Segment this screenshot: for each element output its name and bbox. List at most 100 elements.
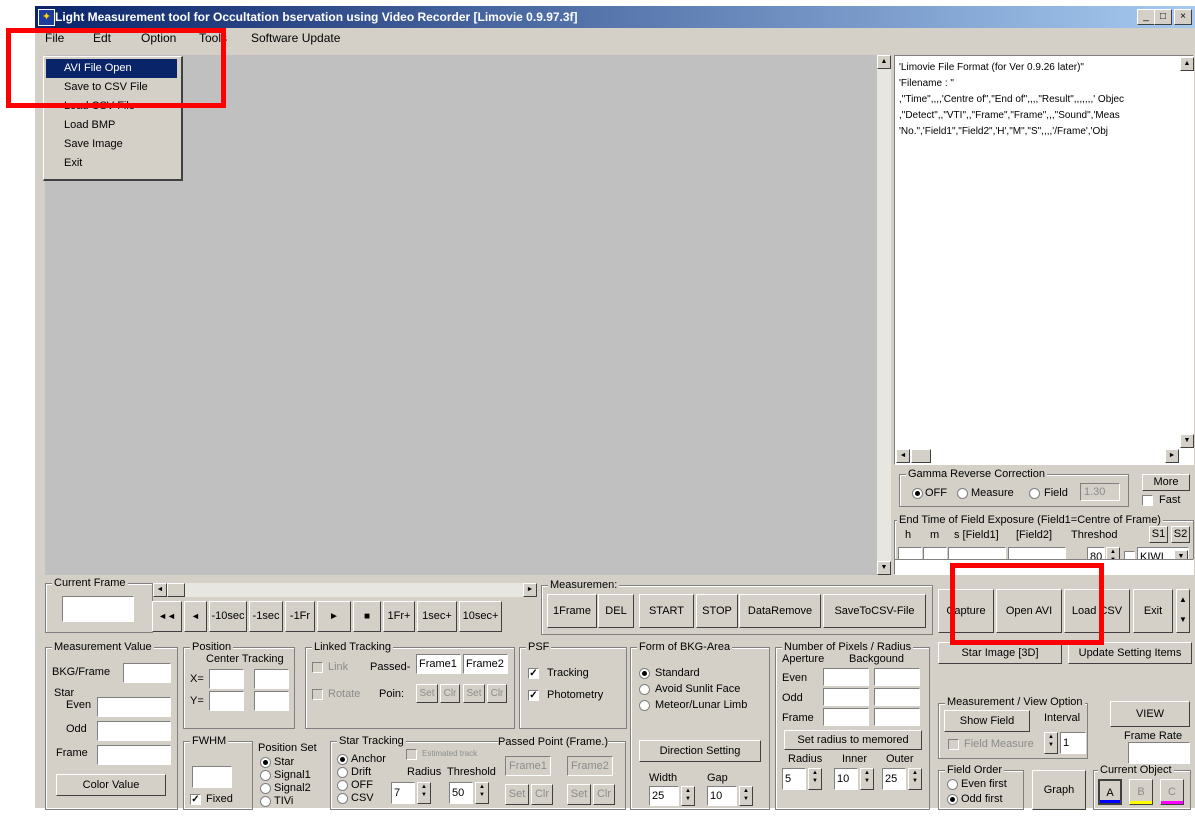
right-buttons-scroll[interactable]: ▲ ▼ — [1176, 589, 1190, 633]
fwhm-field[interactable] — [192, 766, 232, 788]
gamma-field-radio[interactable] — [1029, 488, 1040, 499]
background-odd-field[interactable] — [874, 688, 920, 706]
menu-software-update[interactable]: Software Update — [251, 31, 340, 45]
y-field[interactable] — [209, 691, 244, 711]
frame-rate-field[interactable] — [1128, 742, 1190, 764]
signal1-radio[interactable] — [260, 770, 271, 781]
plus-10sec-button[interactable]: 10sec+ — [459, 601, 502, 632]
passed-set1-button[interactable]: Set — [505, 784, 529, 805]
linked-set1-button[interactable]: Set — [416, 684, 438, 703]
rotate-checkbox[interactable] — [312, 689, 323, 700]
play-button[interactable]: ► — [317, 601, 351, 632]
fast-checkbox[interactable] — [1142, 495, 1153, 506]
inner-value-field[interactable]: 10 — [834, 768, 858, 790]
data-remove-button[interactable]: DataRemove — [739, 594, 821, 628]
graph-button[interactable]: Graph — [1032, 770, 1086, 810]
background-frame-field[interactable] — [874, 708, 920, 726]
text-output-panel[interactable]: 'Limovie File Format (for Ver 0.9.26 lat… — [894, 55, 1194, 465]
minimize-button[interactable]: _ — [1137, 9, 1155, 25]
plus-1frame-button[interactable]: 1Fr+ — [383, 601, 415, 632]
passed-frame2-field[interactable]: Frame2 — [567, 756, 613, 776]
signal2-radio[interactable] — [260, 783, 271, 794]
radius-field[interactable]: 7 — [391, 782, 415, 804]
slider-right-icon[interactable]: ► — [523, 583, 537, 597]
exit-button[interactable]: Exit — [1133, 589, 1173, 633]
passed-set2-button[interactable]: Set — [567, 784, 591, 805]
frame-slider[interactable]: ◄ ► — [153, 583, 537, 597]
object-c-button[interactable]: C — [1160, 779, 1184, 805]
horizontal-scroll-thumb[interactable] — [911, 449, 931, 463]
interval-field[interactable]: 1 — [1060, 732, 1086, 754]
radius-spinner[interactable]: ▲ ▼ — [417, 782, 431, 804]
aperture-even-field[interactable] — [823, 668, 869, 686]
slider-left-icon[interactable]: ◄ — [153, 583, 167, 597]
photometry-checkbox[interactable]: ✓ — [528, 690, 539, 701]
minus-1sec-button[interactable]: -1sec — [249, 601, 283, 632]
menu-item-save-image[interactable]: Save Image — [46, 135, 177, 154]
even-first-radio[interactable] — [947, 779, 958, 790]
aperture-frame-field[interactable] — [823, 708, 869, 726]
tivi-radio[interactable] — [260, 796, 271, 807]
width-spinner[interactable]: ▲ ▼ — [681, 786, 695, 806]
background-even-field[interactable] — [874, 668, 920, 686]
even-field[interactable] — [97, 697, 171, 717]
scroll-up-icon[interactable]: ▲ — [877, 55, 891, 69]
s2-button[interactable]: S2 — [1171, 526, 1190, 543]
anchor-radio[interactable] — [337, 754, 348, 765]
aperture-odd-field[interactable] — [823, 688, 869, 706]
off-radio[interactable] — [337, 780, 348, 791]
csv-radio[interactable] — [337, 793, 348, 804]
plus-1sec-button[interactable]: 1sec+ — [417, 601, 457, 632]
meteor-lunar-radio[interactable] — [639, 700, 650, 711]
bkg-frame-field[interactable] — [123, 663, 171, 683]
fixed-checkbox[interactable]: ✓ — [190, 794, 201, 805]
gap-spinner[interactable]: ▲ ▼ — [739, 786, 753, 806]
gap-field[interactable]: 10 — [707, 786, 737, 806]
link-checkbox[interactable] — [312, 662, 323, 673]
step-back-button[interactable]: ◄ — [184, 601, 207, 632]
linked-frame2-field[interactable]: Frame2 — [463, 654, 508, 674]
drift-radio[interactable] — [337, 767, 348, 778]
menu-item-exit[interactable]: Exit — [46, 154, 177, 173]
standard-radio[interactable] — [639, 668, 650, 679]
stop-playback-button[interactable]: ■ — [353, 601, 381, 632]
video-vertical-scrollbar[interactable]: ▲ ▼ — [877, 55, 891, 575]
save-to-csv-button[interactable]: SaveToCSV-File — [823, 594, 926, 628]
show-field-button[interactable]: Show Field — [944, 710, 1030, 732]
direction-setting-button[interactable]: Direction Setting — [639, 740, 761, 762]
scroll-down-icon[interactable]: ▼ — [877, 561, 891, 575]
stop-button[interactable]: STOP — [696, 594, 738, 628]
color-value-button[interactable]: Color Value — [56, 774, 166, 796]
scroll-left-icon[interactable]: ◄ — [896, 449, 910, 463]
outer-value-field[interactable]: 25 — [882, 768, 906, 790]
frame-field[interactable] — [97, 745, 171, 765]
interval-spinner[interactable]: ▲ ▼ — [1044, 732, 1058, 754]
rewind-button[interactable]: ◄◄ — [152, 601, 182, 632]
set-radius-button[interactable]: Set radius to memored — [784, 730, 922, 750]
odd-first-radio[interactable] — [947, 794, 958, 805]
passed-clear2-button[interactable]: Clr — [593, 784, 615, 805]
tracking-checkbox[interactable]: ✓ — [528, 668, 539, 679]
menu-item-load-bmp[interactable]: Load BMP — [46, 116, 177, 135]
scroll-down-icon[interactable]: ▼ — [1180, 434, 1194, 448]
center-y-field[interactable] — [254, 691, 289, 711]
gamma-measure-radio[interactable] — [957, 488, 968, 499]
update-settings-button[interactable]: Update Setting Items — [1068, 642, 1192, 664]
estimated-track-checkbox[interactable] — [406, 749, 417, 760]
radius-value-field[interactable]: 5 — [782, 768, 806, 790]
view-button[interactable]: VIEW — [1110, 701, 1190, 727]
s1-button[interactable]: S1 — [1149, 526, 1168, 543]
minus-10sec-button[interactable]: -10sec — [209, 601, 247, 632]
maximize-button[interactable]: □ — [1154, 9, 1172, 25]
passed-clear1-button[interactable]: Clr — [531, 784, 553, 805]
x-field[interactable] — [209, 669, 244, 689]
passed-frame1-field[interactable]: Frame1 — [505, 756, 551, 776]
linked-frame1-field[interactable]: Frame1 — [416, 654, 461, 674]
slider-thumb[interactable] — [167, 583, 185, 597]
center-x-field[interactable] — [254, 669, 289, 689]
outer-value-spinner[interactable]: ▲ ▼ — [908, 768, 922, 790]
more-button[interactable]: More — [1142, 474, 1190, 491]
threshold-field[interactable]: 50 — [449, 782, 473, 804]
avoid-sunlit-radio[interactable] — [639, 684, 650, 695]
star-image-3d-button[interactable]: Star Image [3D] — [938, 642, 1062, 664]
